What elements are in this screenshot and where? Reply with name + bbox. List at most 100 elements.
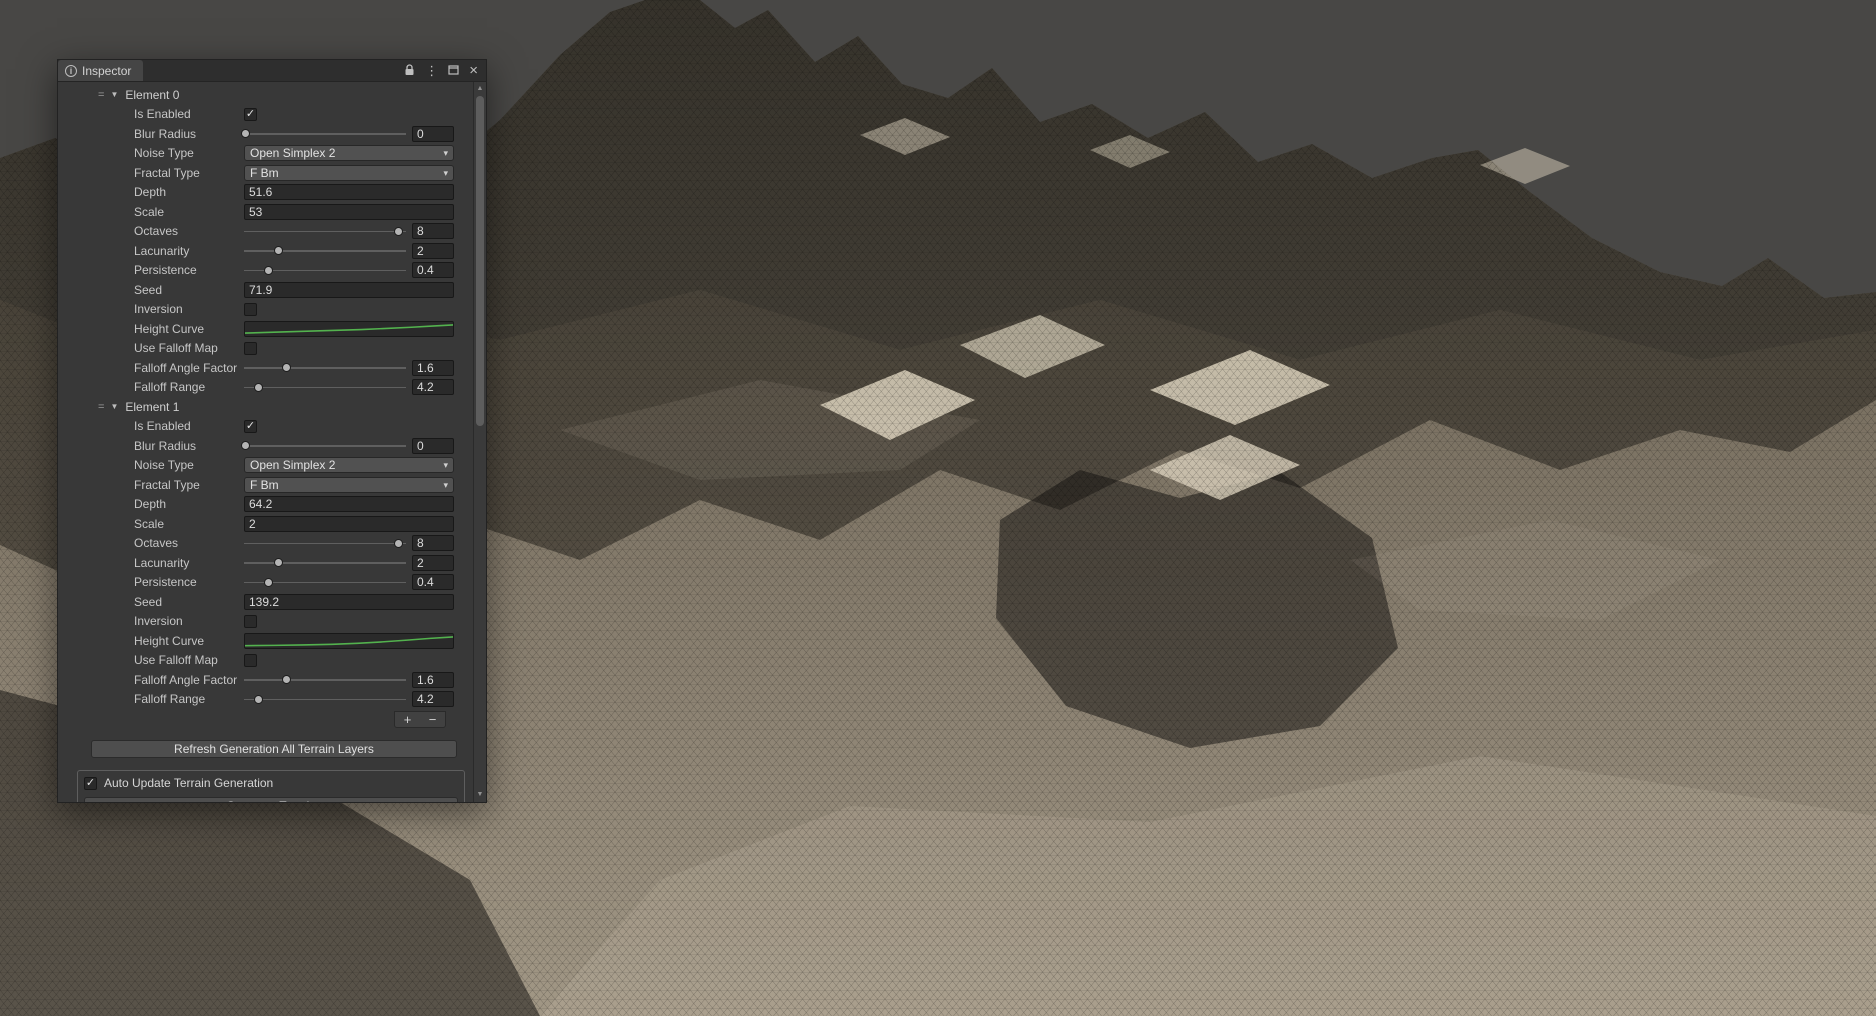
field-control: 51.6 xyxy=(244,184,454,201)
field-row-fractal-type: Fractal Type F Bm ▾ xyxy=(58,163,473,183)
slider-knob[interactable] xyxy=(274,246,284,256)
field-control: F Bm ▾ xyxy=(244,476,454,493)
blur-radius-slider[interactable] xyxy=(240,439,406,452)
scale-input[interactable]: 2 xyxy=(244,515,454,532)
depth-input[interactable]: 51.6 xyxy=(244,184,454,201)
lacunarity-value-field[interactable]: 2 xyxy=(412,554,454,571)
foldout-arrow-icon[interactable]: ▼ xyxy=(110,90,118,99)
falloff-angle-factor-slider[interactable] xyxy=(244,361,406,374)
field-row-lacunarity: Lacunarity 2 xyxy=(58,241,473,261)
falloff-angle-factor-value-field[interactable]: 1.6 xyxy=(412,671,454,688)
chevron-down-icon: ▾ xyxy=(443,167,448,178)
lacunarity-slider[interactable] xyxy=(244,244,406,257)
field-row-inversion: Inversion xyxy=(58,300,473,320)
slider-knob[interactable] xyxy=(393,226,403,236)
close-icon[interactable]: × xyxy=(469,63,478,78)
tab-inspector[interactable]: i Inspector xyxy=(58,60,144,81)
blur-radius-slider[interactable] xyxy=(240,127,406,140)
field-label: Inversion xyxy=(134,614,183,629)
field-row-use-falloff-map: Use Falloff Map xyxy=(58,651,473,671)
field-control xyxy=(244,653,454,667)
slider-knob[interactable] xyxy=(393,538,403,548)
scroll-up-icon[interactable]: ▲ xyxy=(474,83,486,95)
lacunarity-slider[interactable] xyxy=(244,556,406,569)
field-row-falloff-angle-factor: Falloff Angle Factor 1.6 xyxy=(58,358,473,378)
generate-terrain-button[interactable]: Generate Terrain xyxy=(84,797,458,802)
field-control: 4.2 xyxy=(244,379,454,396)
persistence-slider[interactable] xyxy=(244,264,406,277)
is-enabled-checkbox[interactable]: ✓ xyxy=(244,419,257,433)
octaves-slider[interactable] xyxy=(244,537,406,550)
auto-update-checkbox[interactable]: ✓ xyxy=(84,776,97,790)
field-label: Is Enabled xyxy=(134,107,191,122)
falloff-range-slider[interactable] xyxy=(244,381,406,394)
add-element-button[interactable]: + xyxy=(395,712,420,727)
remove-element-button[interactable]: − xyxy=(420,712,445,727)
maximize-icon[interactable] xyxy=(448,64,459,77)
slider-knob[interactable] xyxy=(264,577,274,587)
slider-knob[interactable] xyxy=(240,441,250,451)
slider-knob[interactable] xyxy=(253,382,263,392)
refresh-generation-button[interactable]: Refresh Generation All Terrain Layers xyxy=(91,740,457,758)
kebab-menu-icon[interactable]: ⋮ xyxy=(425,64,438,77)
slider-knob[interactable] xyxy=(282,363,292,373)
slider-knob[interactable] xyxy=(282,675,292,685)
persistence-value-field[interactable]: 0.4 xyxy=(412,262,454,279)
field-control xyxy=(244,341,454,355)
field-label: Scale xyxy=(134,204,165,219)
dropdown-value: F Bm xyxy=(250,165,279,180)
auto-update-label: Auto Update Terrain Generation xyxy=(104,776,274,790)
slider-knob[interactable] xyxy=(264,265,274,275)
lacunarity-value-field[interactable]: 2 xyxy=(412,242,454,259)
use-falloff-map-checkbox[interactable] xyxy=(244,653,257,667)
lock-icon[interactable] xyxy=(404,63,415,78)
falloff-range-slider[interactable] xyxy=(244,693,406,706)
scrollbar-thumb[interactable] xyxy=(476,96,484,426)
element-list: = ▼ Element 0 Is Enabled ✓ Blur Radius 0 Noise … xyxy=(58,82,473,709)
field-control: 0 xyxy=(240,437,454,454)
fractal-type-dropdown[interactable]: F Bm ▾ xyxy=(244,476,454,493)
height-curve-curve-field[interactable] xyxy=(244,320,454,337)
scale-input[interactable]: 53 xyxy=(244,203,454,220)
blur-radius-value-field[interactable]: 0 xyxy=(412,125,454,142)
seed-input[interactable]: 71.9 xyxy=(244,281,454,298)
octaves-slider[interactable] xyxy=(244,225,406,238)
noise-type-dropdown[interactable]: Open Simplex 2 ▾ xyxy=(244,457,454,474)
octaves-value-field[interactable]: 8 xyxy=(412,535,454,552)
seed-input[interactable]: 139.2 xyxy=(244,593,454,610)
is-enabled-checkbox[interactable]: ✓ xyxy=(244,107,257,121)
dropdown-value: Open Simplex 2 xyxy=(250,458,336,473)
field-label: Lacunarity xyxy=(134,243,190,258)
field-control: 1.6 xyxy=(244,671,454,688)
inversion-checkbox[interactable] xyxy=(244,614,257,628)
fractal-type-dropdown[interactable]: F Bm ▾ xyxy=(244,164,454,181)
drag-handle-icon: = xyxy=(98,88,105,101)
slider-knob[interactable] xyxy=(274,558,284,568)
blur-radius-value-field[interactable]: 0 xyxy=(412,437,454,454)
scroll-down-icon[interactable]: ▼ xyxy=(474,789,486,801)
field-control xyxy=(244,632,454,649)
inversion-checkbox[interactable] xyxy=(244,302,257,316)
noise-type-dropdown[interactable]: Open Simplex 2 ▾ xyxy=(244,145,454,162)
octaves-value-field[interactable]: 8 xyxy=(412,223,454,240)
height-curve-curve-field[interactable] xyxy=(244,632,454,649)
falloff-range-value-field[interactable]: 4.2 xyxy=(412,691,454,708)
falloff-range-value-field[interactable]: 4.2 xyxy=(412,379,454,396)
field-label: Noise Type xyxy=(134,146,194,161)
slider-knob[interactable] xyxy=(253,694,263,704)
slider-knob[interactable] xyxy=(240,129,250,139)
element-foldout-element-0[interactable]: = ▼ Element 0 xyxy=(58,85,473,105)
element-foldout-element-1[interactable]: = ▼ Element 1 xyxy=(58,397,473,417)
inspector-scrollbar[interactable]: ▲ ▼ xyxy=(473,82,486,802)
falloff-angle-factor-value-field[interactable]: 1.6 xyxy=(412,359,454,376)
depth-input[interactable]: 64.2 xyxy=(244,496,454,513)
persistence-slider[interactable] xyxy=(244,576,406,589)
falloff-angle-factor-slider[interactable] xyxy=(244,673,406,686)
field-row-is-enabled: Is Enabled ✓ xyxy=(58,417,473,437)
field-label: Fractal Type xyxy=(134,165,200,180)
field-control: 1.6 xyxy=(244,359,454,376)
persistence-value-field[interactable]: 0.4 xyxy=(412,574,454,591)
foldout-arrow-icon[interactable]: ▼ xyxy=(110,402,118,411)
chevron-down-icon: ▾ xyxy=(443,479,448,490)
use-falloff-map-checkbox[interactable] xyxy=(244,341,257,355)
